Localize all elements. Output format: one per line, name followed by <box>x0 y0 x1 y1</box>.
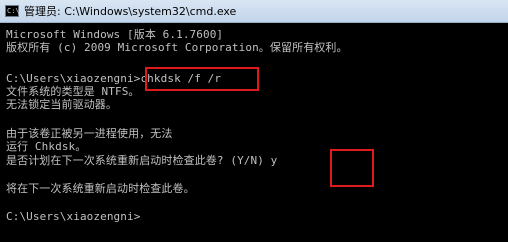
console-icon: C:\ <box>5 5 20 17</box>
console-line: 运行 Chkdsk。 <box>6 140 87 153</box>
answer-highlight-box <box>330 149 374 187</box>
console-line: 将在下一次系统重新启动时检查此卷。 <box>6 182 195 195</box>
window-title: 管理员: C:\Windows\system32\cmd.exe <box>24 5 237 18</box>
command-highlight-box <box>145 67 259 91</box>
console-line: 无法锁定当前驱动器。 <box>6 98 117 111</box>
console-line: Microsoft Windows [版本 6.1.7600] <box>6 28 224 41</box>
title-bar[interactable]: C:\ 管理员: C:\Windows\system32\cmd.exe <box>0 0 508 23</box>
console-line: 版权所有 (c) 2009 Microsoft Corporation。保留所有… <box>6 41 348 54</box>
console-icon-label: C:\ <box>7 7 20 15</box>
console-line: 文件系统的类型是 NTFS。 <box>6 85 140 98</box>
console-line: C:\Users\xiaozengni> <box>6 210 141 223</box>
cmd-window: C:\ 管理员: C:\Windows\system32\cmd.exe Mic… <box>0 0 508 242</box>
console-line: 由于该卷正被另一进程使用，无法 <box>6 127 173 140</box>
console-area[interactable]: Microsoft Windows [版本 6.1.7600] 版权所有 (c)… <box>0 23 508 242</box>
console-line: 是否计划在下一次系统重新启动时检查此卷? (Y/N) y <box>6 154 278 167</box>
